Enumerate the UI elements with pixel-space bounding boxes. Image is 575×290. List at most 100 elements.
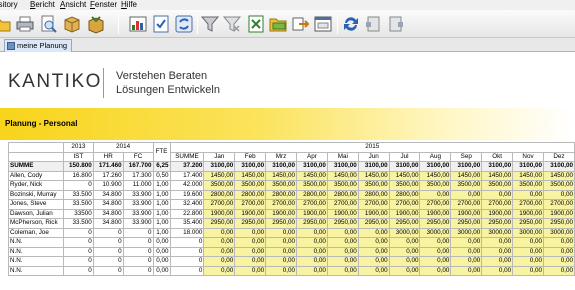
month-value-cell[interactable]: 0,00 [326, 265, 359, 276]
month-value-cell[interactable]: 0,00 [481, 189, 514, 200]
month-value-cell[interactable]: 0,00 [203, 246, 236, 257]
month-value-cell[interactable]: 0,00 [357, 246, 390, 257]
month-value-cell[interactable]: 1450,00 [357, 170, 390, 181]
month-value-cell[interactable]: 0,00 [388, 237, 421, 248]
month-value-cell[interactable]: 3500,00 [419, 180, 452, 191]
month-value-cell[interactable]: 0,00 [265, 256, 297, 267]
month-value-cell[interactable]: 1450,00 [295, 170, 328, 181]
month-value-cell[interactable]: 1900,00 [419, 208, 452, 219]
month-value-cell[interactable]: 0,00 [512, 265, 544, 276]
month-value-cell[interactable]: 2700,00 [295, 199, 328, 210]
month-value-cell[interactable]: 1450,00 [481, 170, 514, 181]
month-value-cell[interactable]: 0,00 [234, 227, 267, 238]
month-value-cell[interactable]: 0,00 [542, 237, 575, 248]
refresh-sync-icon[interactable] [174, 14, 194, 34]
month-value-cell[interactable]: 0,00 [203, 265, 236, 276]
month-value-cell[interactable]: 2700,00 [388, 199, 421, 210]
month-value-cell[interactable]: 0,00 [326, 237, 359, 248]
month-value-cell[interactable]: 2800,00 [357, 189, 390, 200]
month-value-cell[interactable]: 2800,00 [234, 189, 267, 200]
month-value-cell[interactable]: 2700,00 [450, 199, 483, 210]
month-value-cell[interactable]: 1450,00 [326, 170, 359, 181]
month-value-cell[interactable]: 0,00 [512, 237, 544, 248]
month-value-cell[interactable]: 0,00 [419, 237, 452, 248]
month-value-cell[interactable]: 0,00 [450, 256, 483, 267]
month-value-cell[interactable]: 1900,00 [481, 208, 514, 219]
month-value-cell[interactable]: 0,00 [512, 189, 544, 200]
month-value-cell[interactable]: 0,00 [357, 227, 390, 238]
month-value-cell[interactable]: 2950,00 [357, 218, 390, 229]
open-folder-icon[interactable] [0, 14, 12, 34]
month-value-cell[interactable]: 2950,00 [234, 218, 267, 229]
month-value-cell[interactable]: 3500,00 [234, 180, 267, 191]
month-value-cell[interactable]: 3000,00 [388, 227, 421, 238]
month-value-cell[interactable]: 0,00 [265, 237, 297, 248]
month-value-cell[interactable]: 2800,00 [388, 189, 421, 200]
menu-repository[interactable]: ository [0, 0, 18, 10]
month-value-cell[interactable]: 0,00 [203, 237, 236, 248]
month-value-cell[interactable]: 0,00 [450, 265, 483, 276]
menu-fenster[interactable]: Fenster [90, 0, 117, 10]
month-value-cell[interactable]: 0,00 [295, 227, 328, 238]
month-value-cell[interactable]: 2950,00 [388, 218, 421, 229]
month-value-cell[interactable]: 2950,00 [203, 218, 236, 229]
month-value-cell[interactable]: 2950,00 [481, 218, 514, 229]
folders-icon[interactable] [268, 14, 288, 34]
export-excel-icon[interactable] [246, 14, 266, 34]
month-value-cell[interactable]: 2950,00 [450, 218, 483, 229]
month-value-cell[interactable]: 0,00 [326, 256, 359, 267]
month-value-cell[interactable]: 3500,00 [326, 180, 359, 191]
month-value-cell[interactable]: 0,00 [234, 265, 267, 276]
month-value-cell[interactable]: 0,00 [450, 189, 483, 200]
month-value-cell[interactable]: 1900,00 [265, 208, 297, 219]
month-value-cell[interactable]: 0,00 [326, 246, 359, 257]
month-value-cell[interactable]: 3500,00 [450, 180, 483, 191]
month-value-cell[interactable]: 0,00 [234, 237, 267, 248]
month-value-cell[interactable]: 1900,00 [234, 208, 267, 219]
month-value-cell[interactable]: 2950,00 [265, 218, 297, 229]
month-value-cell[interactable]: 0,00 [388, 246, 421, 257]
month-value-cell[interactable]: 0,00 [265, 265, 297, 276]
month-value-cell[interactable]: 3000,00 [542, 227, 575, 238]
month-value-cell[interactable]: 0,00 [419, 246, 452, 257]
month-value-cell[interactable]: 1900,00 [542, 208, 575, 219]
filter-icon[interactable] [200, 14, 220, 34]
month-value-cell[interactable]: 0,00 [542, 189, 575, 200]
month-value-cell[interactable]: 0,00 [295, 237, 328, 248]
print-icon[interactable] [15, 14, 35, 34]
month-value-cell[interactable]: 0,00 [419, 265, 452, 276]
month-value-cell[interactable]: 3000,00 [450, 227, 483, 238]
print-preview-icon[interactable] [38, 14, 58, 34]
month-value-cell[interactable]: 0,00 [450, 237, 483, 248]
menu-hilfe[interactable]: Hilfe [121, 0, 137, 10]
month-value-cell[interactable]: 3500,00 [388, 180, 421, 191]
month-value-cell[interactable]: 3500,00 [203, 180, 236, 191]
month-value-cell[interactable]: 0,00 [203, 256, 236, 267]
window-icon[interactable] [313, 14, 333, 34]
month-value-cell[interactable]: 0,00 [265, 227, 297, 238]
month-value-cell[interactable]: 3500,00 [265, 180, 297, 191]
month-value-cell[interactable]: 2700,00 [512, 199, 544, 210]
tab-meine-planung[interactable]: meine Planung [4, 39, 73, 52]
month-value-cell[interactable]: 0,00 [481, 265, 514, 276]
month-value-cell[interactable]: 2700,00 [265, 199, 297, 210]
month-value-cell[interactable]: 2800,00 [295, 189, 328, 200]
checklist-icon[interactable] [151, 14, 171, 34]
month-value-cell[interactable]: 0,00 [512, 256, 544, 267]
month-value-cell[interactable]: 2950,00 [326, 218, 359, 229]
month-value-cell[interactable]: 2950,00 [419, 218, 452, 229]
month-value-cell[interactable]: 0,00 [326, 227, 359, 238]
month-value-cell[interactable]: 2800,00 [203, 189, 236, 200]
month-value-cell[interactable]: 0,00 [388, 256, 421, 267]
month-value-cell[interactable]: 2700,00 [326, 199, 359, 210]
month-value-cell[interactable]: 3000,00 [512, 227, 544, 238]
month-value-cell[interactable]: 0,00 [357, 265, 390, 276]
month-value-cell[interactable]: 2700,00 [234, 199, 267, 210]
month-value-cell[interactable]: 0,00 [481, 246, 514, 257]
stack-export-icon[interactable] [290, 14, 310, 34]
month-value-cell[interactable]: 0,00 [234, 246, 267, 257]
month-value-cell[interactable]: 0,00 [265, 246, 297, 257]
month-value-cell[interactable]: 1900,00 [203, 208, 236, 219]
month-value-cell[interactable]: 3500,00 [542, 180, 575, 191]
month-value-cell[interactable]: 2700,00 [419, 199, 452, 210]
